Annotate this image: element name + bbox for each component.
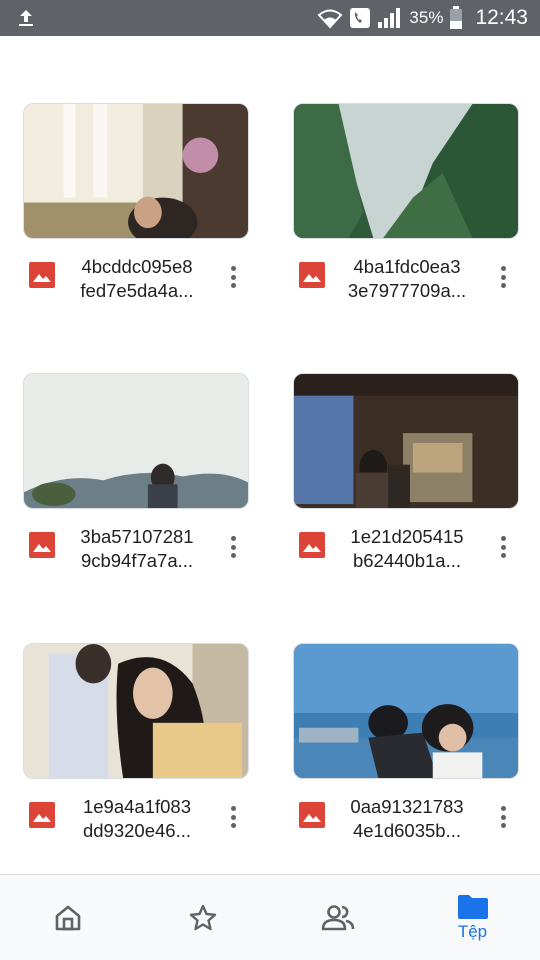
file-name[interactable]: 1e9a4a1f083 dd9320e46... — [67, 795, 207, 843]
file-name[interactable]: 1e21d205415 b62440b1a... — [337, 525, 477, 573]
file-card[interactable]: 1e9a4a1f083 dd9320e46... — [23, 643, 249, 843]
star-icon — [189, 904, 216, 931]
folder-icon — [457, 895, 488, 919]
file-name[interactable]: 3ba57107281 9cb94f7a7a... — [67, 525, 207, 573]
nav-starred[interactable] — [135, 875, 270, 960]
clock: 12:43 — [475, 6, 528, 29]
file-name[interactable]: 4ba1fdc0ea3 3e7977709a... — [337, 255, 477, 303]
file-card[interactable]: 0aa91321783 4e1d6035b... — [293, 643, 519, 843]
home-icon — [55, 905, 80, 931]
nav-shared[interactable] — [270, 875, 405, 960]
file-card[interactable]: 1e21d205415 b62440b1a... — [293, 373, 519, 573]
nav-home[interactable] — [0, 875, 135, 960]
file-name[interactable]: 0aa91321783 4e1d6035b... — [337, 795, 477, 843]
status-bar: 35% 12:43 — [0, 0, 540, 36]
file-thumbnail[interactable] — [23, 103, 249, 239]
image-file-icon — [299, 802, 325, 828]
image-file-icon — [299, 262, 325, 288]
file-card[interactable]: 4bcddc095e8 fed7e5da4a... — [23, 103, 249, 303]
file-grid: 4bcddc095e8 fed7e5da4a... 4ba1fdc0ea3 3e… — [0, 36, 540, 874]
image-file-icon — [29, 802, 55, 828]
file-thumbnail[interactable] — [23, 373, 249, 509]
nav-files[interactable]: Tệp — [405, 875, 540, 960]
people-icon — [321, 905, 354, 931]
wifi-icon — [317, 9, 343, 29]
battery-icon — [450, 6, 463, 29]
file-thumbnail[interactable] — [293, 103, 519, 239]
file-card[interactable]: 3ba57107281 9cb94f7a7a... — [23, 373, 249, 573]
more-options-icon[interactable] — [221, 263, 245, 291]
phone-call-icon — [350, 8, 371, 28]
file-thumbnail[interactable] — [23, 643, 249, 779]
more-options-icon[interactable] — [491, 533, 515, 561]
image-file-icon — [29, 532, 55, 558]
more-options-icon[interactable] — [221, 803, 245, 831]
bottom-navigation: Tệp — [0, 874, 540, 960]
file-thumbnail[interactable] — [293, 643, 519, 779]
signal-icon — [378, 8, 401, 28]
nav-files-label: Tệp — [457, 922, 488, 941]
more-options-icon[interactable] — [221, 533, 245, 561]
image-file-icon — [29, 262, 55, 288]
image-file-icon — [299, 532, 325, 558]
file-thumbnail[interactable] — [293, 373, 519, 509]
battery-percent: 35% — [409, 8, 444, 27]
file-card[interactable]: 4ba1fdc0ea3 3e7977709a... — [293, 103, 519, 303]
upload-icon — [19, 10, 33, 26]
file-name[interactable]: 4bcddc095e8 fed7e5da4a... — [67, 255, 207, 303]
more-options-icon[interactable] — [491, 803, 515, 831]
more-options-icon[interactable] — [491, 263, 515, 291]
